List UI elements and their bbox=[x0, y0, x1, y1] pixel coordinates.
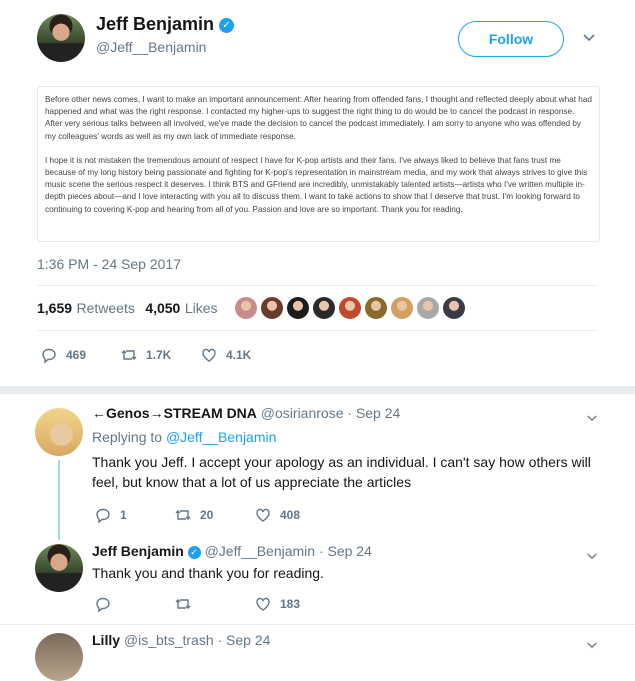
liker-avatars bbox=[235, 297, 469, 319]
thread-line bbox=[58, 460, 60, 540]
reply-date[interactable]: · Sep 24 bbox=[218, 632, 271, 648]
liker-avatar[interactable] bbox=[391, 297, 413, 319]
retweet-action[interactable]: 20 bbox=[174, 506, 213, 524]
chevron-down-icon[interactable] bbox=[586, 637, 598, 654]
follow-button[interactable]: Follow bbox=[458, 21, 564, 57]
divider bbox=[37, 285, 598, 286]
author-name-row: Jeff Benjamin ✓ bbox=[96, 14, 235, 35]
verified-badge-icon: ✓ bbox=[219, 17, 235, 33]
retweet-action[interactable] bbox=[174, 595, 192, 613]
likes-stat[interactable]: 4,050 Likes bbox=[145, 300, 217, 317]
reply-icon bbox=[96, 508, 110, 524]
heart-icon bbox=[256, 597, 270, 611]
reply-header: Lilly @is_bts_trash · Sep 24 bbox=[92, 632, 270, 648]
liker-avatar[interactable] bbox=[235, 297, 257, 319]
tweet-timestamp[interactable]: 1:36 PM - 24 Sep 2017 bbox=[37, 256, 181, 272]
retweet-count: 20 bbox=[200, 508, 214, 522]
like-action[interactable]: 183 bbox=[254, 595, 300, 613]
reply-author-handle[interactable]: @osirianrose bbox=[261, 405, 344, 421]
replying-to-label: Replying to bbox=[92, 429, 163, 445]
reply-avatar[interactable] bbox=[35, 408, 83, 456]
section-separator bbox=[0, 386, 635, 394]
like-count: 183 bbox=[280, 597, 301, 611]
liker-avatar[interactable] bbox=[261, 297, 283, 319]
like-action[interactable]: 408 bbox=[254, 506, 300, 524]
reply-avatar[interactable] bbox=[35, 544, 83, 592]
retweet-action[interactable]: 1.7K bbox=[120, 346, 171, 364]
liker-avatar[interactable] bbox=[365, 297, 387, 319]
author-handle[interactable]: @Jeff__Benjamin bbox=[96, 39, 234, 55]
likes-count: 4,050 bbox=[145, 300, 181, 316]
tweet-stats: 1,659 Retweets 4,050 Likes bbox=[37, 300, 218, 318]
retweets-stat[interactable]: 1,659 Retweets bbox=[37, 300, 139, 317]
reply-avatar[interactable] bbox=[35, 633, 83, 681]
reply-text: Thank you Jeff. I accept your apology as… bbox=[92, 454, 591, 490]
reply-action[interactable] bbox=[94, 595, 112, 613]
reply-author-name[interactable]: Jeff Benjamin bbox=[92, 543, 184, 559]
retweets-count: 1,659 bbox=[37, 300, 73, 316]
reply-header: ←Genos→STREAM DNA @osirianrose · Sep 24 bbox=[92, 405, 400, 421]
heart-icon bbox=[256, 508, 270, 522]
reply-count: 469 bbox=[66, 348, 87, 362]
retweet-icon bbox=[121, 350, 137, 360]
liker-avatar[interactable] bbox=[443, 297, 465, 319]
reply-author-handle[interactable]: @Jeff__Benjamin bbox=[205, 543, 315, 559]
reply-date[interactable]: · Sep 24 bbox=[319, 543, 372, 559]
statement-paragraph-2: I hope it is not mistaken the tremendous… bbox=[45, 155, 588, 214]
replying-to-link[interactable]: @Jeff__Benjamin bbox=[166, 429, 276, 445]
retweets-label: Retweets bbox=[76, 300, 135, 316]
reply-text: Thank you and thank you for reading. bbox=[92, 565, 324, 581]
reply-action[interactable]: 1 bbox=[94, 506, 127, 524]
reply-author-name[interactable]: ←Genos→STREAM DNA bbox=[92, 405, 257, 421]
chevron-down-icon[interactable] bbox=[582, 30, 596, 47]
retweet-icon bbox=[175, 599, 191, 609]
heart-icon bbox=[202, 348, 216, 362]
reply-count: 1 bbox=[120, 508, 127, 522]
reply-header: Jeff Benjamin ✓ @Jeff__Benjamin · Sep 24 bbox=[92, 543, 372, 559]
reply-author-handle[interactable]: @is_bts_trash bbox=[124, 632, 214, 648]
liker-avatar[interactable] bbox=[417, 297, 439, 319]
liker-avatar[interactable] bbox=[313, 297, 335, 319]
retweet-icon bbox=[175, 510, 191, 520]
replying-to-line: Replying to @Jeff__Benjamin bbox=[92, 429, 276, 445]
reply-author-name[interactable]: Lilly bbox=[92, 632, 120, 648]
retweet-count: 1.7K bbox=[146, 348, 172, 362]
divider bbox=[37, 330, 598, 331]
author-avatar[interactable] bbox=[37, 14, 85, 62]
author-name[interactable]: Jeff Benjamin bbox=[96, 14, 214, 34]
verified-badge-icon: ✓ bbox=[187, 545, 201, 559]
divider bbox=[0, 624, 635, 625]
reply-date[interactable]: · Sep 24 bbox=[347, 405, 400, 421]
like-count: 408 bbox=[280, 508, 301, 522]
liker-avatar[interactable] bbox=[287, 297, 309, 319]
like-count: 4.1K bbox=[226, 348, 252, 362]
like-action[interactable]: 4.1K bbox=[200, 346, 251, 364]
likes-label: Likes bbox=[184, 300, 218, 316]
statement-paragraph-1: Before other news comes, I want to make … bbox=[45, 95, 592, 141]
reply-icon bbox=[96, 597, 110, 613]
reply-icon bbox=[42, 348, 56, 364]
liker-avatar[interactable] bbox=[339, 297, 361, 319]
statement-image[interactable]: Before other news comes, I want to make … bbox=[37, 86, 600, 242]
reply-action[interactable]: 469 bbox=[40, 346, 86, 364]
chevron-down-icon[interactable] bbox=[586, 410, 598, 427]
